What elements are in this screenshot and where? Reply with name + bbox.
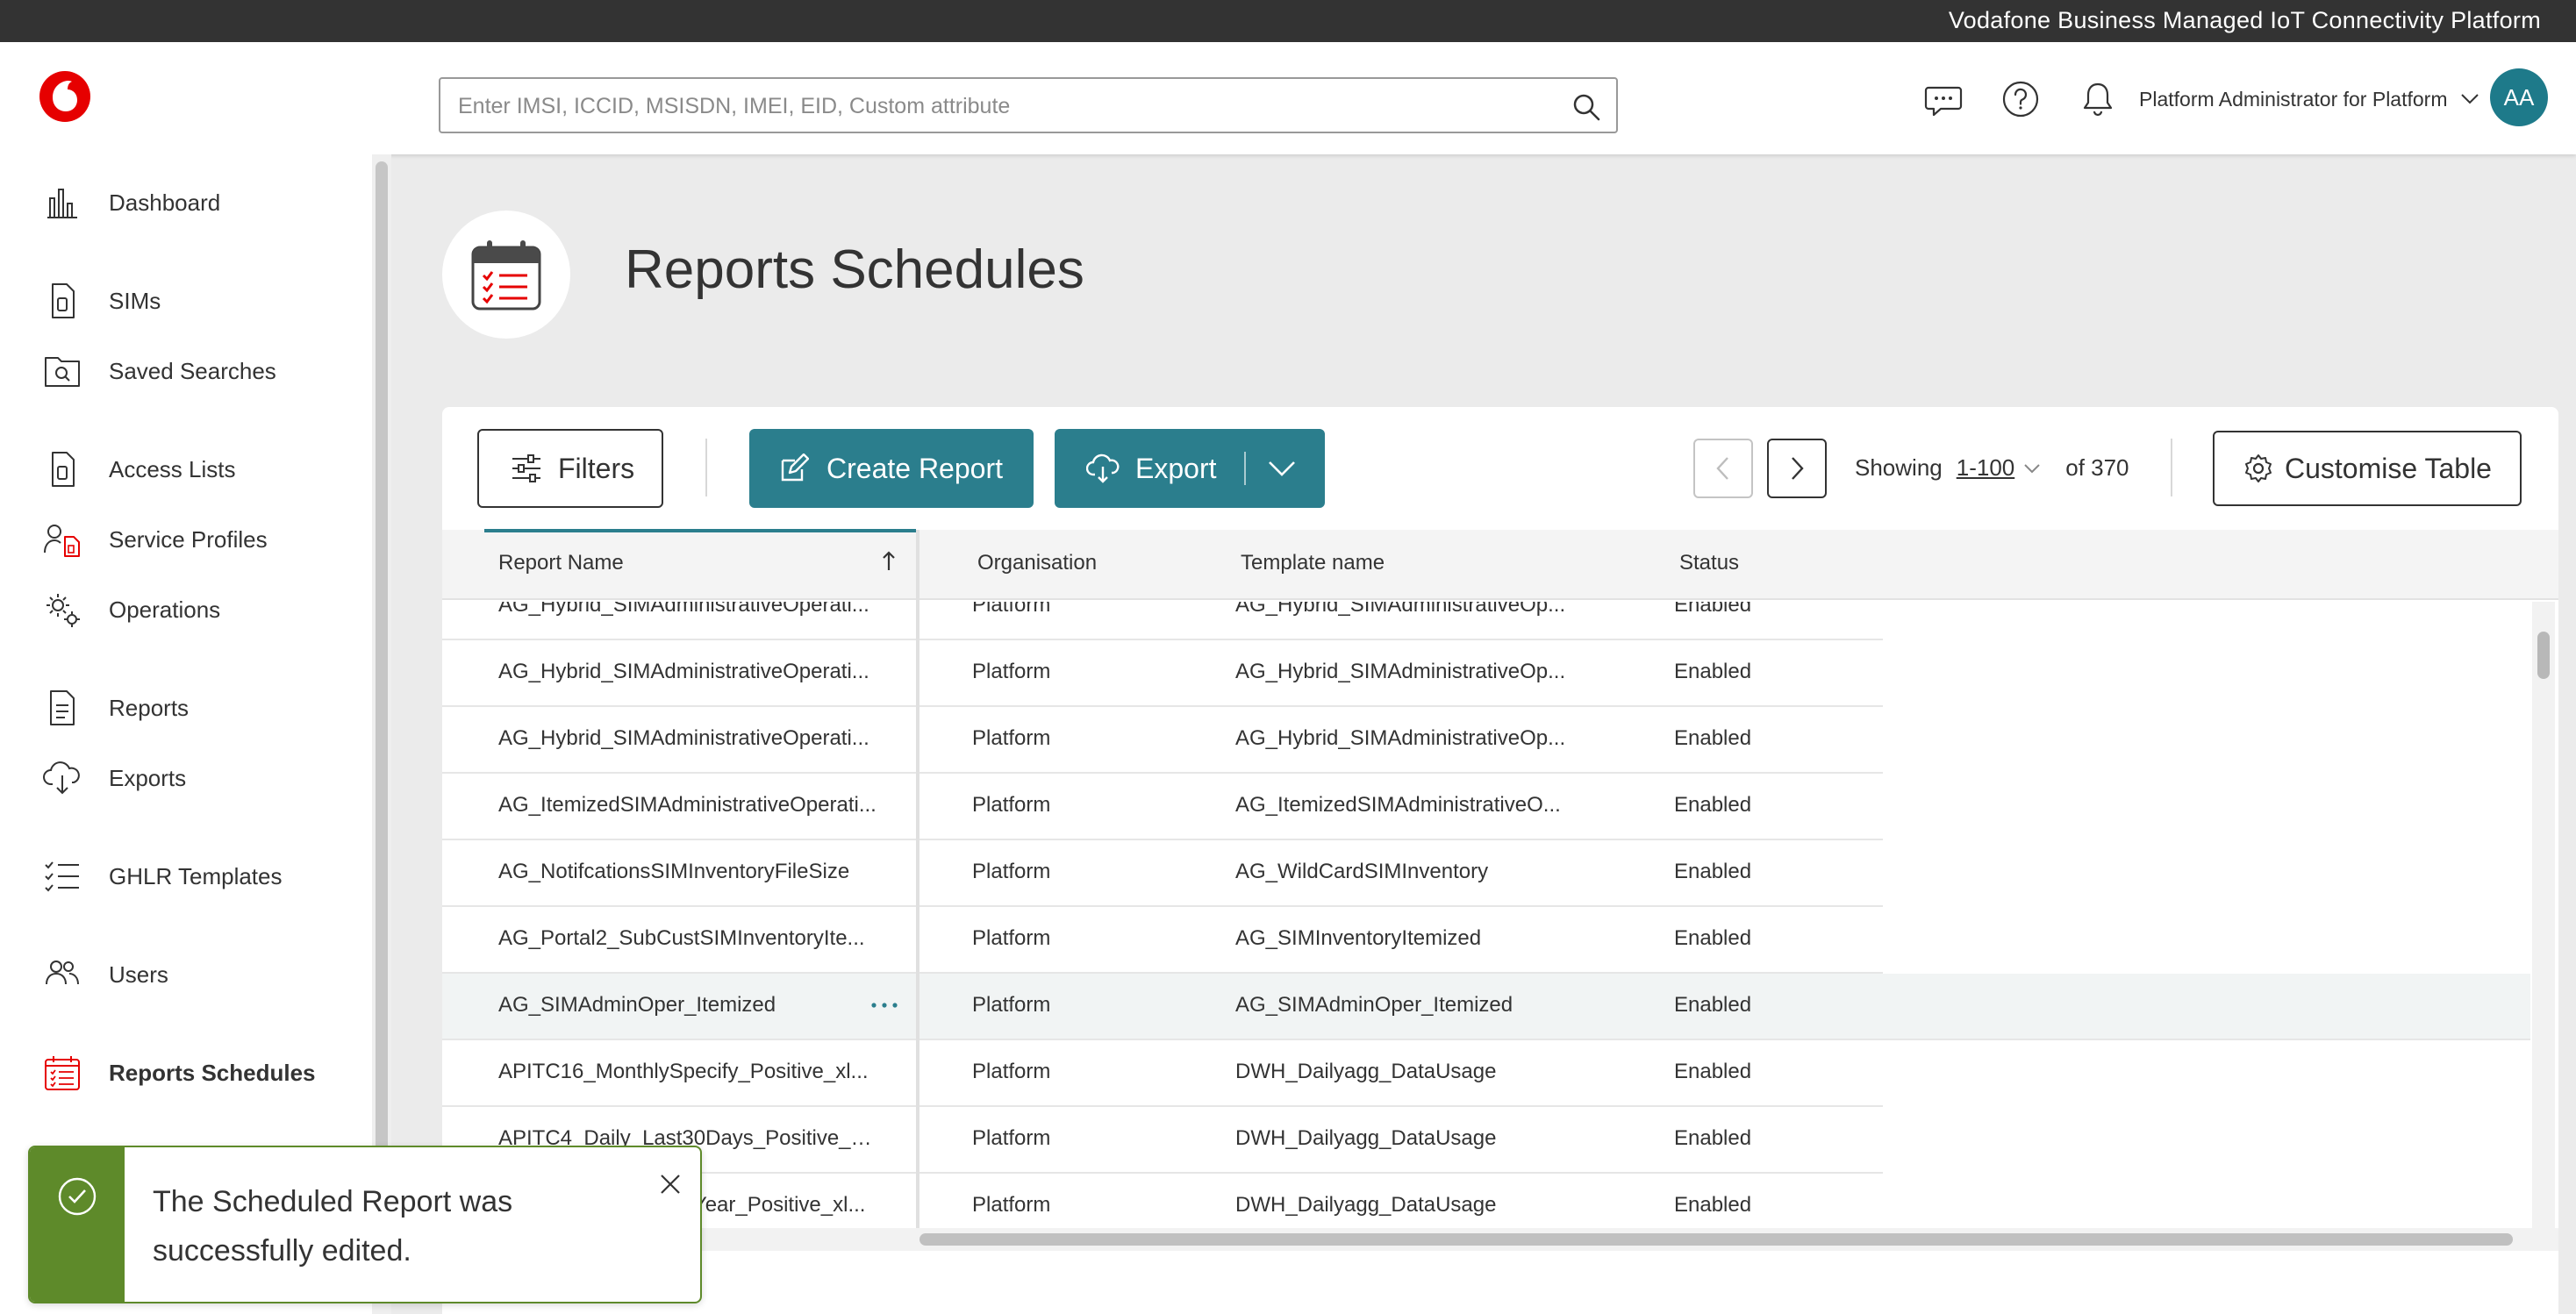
- chevron-down-icon: [2024, 463, 2040, 473]
- check-circle-icon: [58, 1177, 97, 1216]
- customise-table-button[interactable]: Customise Table: [2213, 431, 2522, 506]
- user-menu[interactable]: Platform Administrator for Platform: [2139, 86, 2479, 112]
- sidebar-item-reports-schedules[interactable]: Reports Schedules: [42, 1051, 367, 1095]
- service-profile-icon: [44, 525, 80, 557]
- sidebar-item-dashboard[interactable]: Dashboard: [42, 181, 367, 225]
- top-bar: Vodafone Business Managed IoT Connectivi…: [0, 0, 2576, 42]
- calendar-checklist-icon: [45, 1056, 80, 1090]
- sidebar-scrollbar-thumb[interactable]: [376, 161, 388, 1214]
- toast-message: The Scheduled Report was successfully ed…: [153, 1185, 513, 1268]
- create-report-button[interactable]: Create Report: [749, 429, 1034, 508]
- chevron-down-icon: [2460, 94, 2479, 104]
- success-toast: The Scheduled Report was successfully ed…: [28, 1146, 702, 1303]
- previous-page-button[interactable]: [1693, 439, 1753, 498]
- sorted-column-indicator: [484, 529, 916, 532]
- pagination-info: Showing 1-100 of 370: [1855, 454, 2129, 482]
- total-count: of 370: [2065, 454, 2129, 481]
- filter-sliders-icon: [512, 454, 540, 482]
- table-row[interactable]: AG_Portal2_SubCustSIMInventoryIte... Pla…: [442, 907, 1883, 974]
- showing-label: Showing: [1855, 454, 1943, 481]
- sim-card-icon: [52, 283, 75, 318]
- sidebar-item-sims[interactable]: SIMs: [42, 279, 367, 323]
- table-body: AG_Hybrid_SIMAdministrativeOperati... Pl…: [442, 602, 2530, 1228]
- platform-title: Vodafone Business Managed IoT Connectivi…: [1948, 7, 2541, 33]
- table-row[interactable]: AG_ItemizedSIMAdministrativeOperati... P…: [442, 774, 1883, 840]
- access-list-icon: [52, 452, 75, 487]
- toolbar-divider: [705, 439, 707, 496]
- users-icon: [46, 961, 79, 985]
- sidebar-item-operations[interactable]: Operations: [42, 588, 367, 632]
- table-header: [442, 530, 2558, 600]
- table-vertical-scrollbar[interactable]: [2532, 602, 2555, 1228]
- sidebar-item-ghlr-templates[interactable]: GHLR Templates: [42, 854, 367, 898]
- column-header-status[interactable]: Status: [1679, 551, 1739, 575]
- reports-schedule-icon: [471, 240, 541, 311]
- more-options-icon[interactable]: [865, 995, 904, 1016]
- chevron-down-icon[interactable]: [1267, 459, 1297, 478]
- column-header-report-name[interactable]: Report Name: [498, 551, 624, 575]
- chevron-left-icon: [1716, 457, 1728, 480]
- table-row[interactable]: AG_Hybrid_SIMAdministrativeOperati... Pl…: [442, 602, 1883, 640]
- page-range-select[interactable]: 1-100: [1957, 454, 2042, 482]
- gear-icon: [2245, 454, 2272, 482]
- sidebar-item-exports[interactable]: Exports: [42, 756, 367, 800]
- user-label: Platform Administrator for Platform: [2139, 87, 2448, 111]
- toolbar-divider: [2171, 439, 2172, 496]
- checklist-icon: [45, 861, 79, 892]
- sidebar-item-reports[interactable]: Reports: [42, 686, 367, 730]
- search-icon[interactable]: [1571, 91, 1602, 123]
- close-icon: [661, 1175, 680, 1194]
- avatar[interactable]: AA: [2490, 68, 2548, 126]
- page-title: Reports Schedules: [625, 239, 1084, 300]
- chevron-right-icon: [1792, 457, 1804, 480]
- table-row-hovered[interactable]: AG_SIMAdminOper_Itemized Platform AG_SIM…: [442, 974, 2530, 1040]
- column-header-organisation[interactable]: Organisation: [977, 551, 1097, 575]
- edit-icon: [781, 453, 809, 482]
- filters-button[interactable]: Filters: [477, 429, 663, 508]
- table-row[interactable]: AG_Hybrid_SIMAdministrativeOperati... Pl…: [442, 640, 1883, 707]
- sidebar: [0, 154, 372, 1314]
- search-box: [439, 77, 1618, 133]
- notifications-bell-icon[interactable]: [2078, 79, 2118, 119]
- table-horizontal-scrollbar-thumb[interactable]: [919, 1233, 2513, 1246]
- sort-ascending-icon[interactable]: [879, 549, 898, 574]
- cloud-download-icon: [43, 761, 80, 795]
- sidebar-item-access-lists[interactable]: Access Lists: [42, 447, 367, 491]
- gears-icon: [47, 594, 80, 627]
- search-input[interactable]: [458, 91, 1555, 121]
- frozen-column-divider[interactable]: [916, 530, 919, 1240]
- export-button[interactable]: Export: [1055, 429, 1325, 508]
- toast-status-bar: [30, 1147, 125, 1302]
- vodafone-logo-icon[interactable]: [39, 70, 91, 123]
- next-page-button[interactable]: [1767, 439, 1827, 498]
- sidebar-item-saved-searches[interactable]: Saved Searches: [42, 349, 367, 393]
- table-row[interactable]: AG_Hybrid_SIMAdministrativeOperati... Pl…: [442, 707, 1883, 774]
- table-row[interactable]: AG_NotifcationsSIMInventoryFileSize Plat…: [442, 840, 1883, 907]
- toast-close-button[interactable]: [651, 1165, 690, 1203]
- sidebar-item-service-profiles[interactable]: Service Profiles: [42, 518, 367, 561]
- header: Platform Administrator for Platform: [0, 42, 2576, 154]
- help-icon[interactable]: [2000, 79, 2041, 119]
- document-icon: [50, 690, 75, 725]
- table-vertical-scrollbar-thumb[interactable]: [2537, 632, 2550, 679]
- cloud-download-icon: [1086, 453, 1120, 483]
- sidebar-item-users[interactable]: Users: [42, 953, 367, 996]
- chat-icon[interactable]: [1923, 79, 1964, 119]
- bar-chart-icon: [47, 189, 77, 218]
- column-header-template-name[interactable]: Template name: [1241, 551, 1385, 575]
- table-row[interactable]: APITC16_MonthlySpecify_Positive_xl... Pl…: [442, 1040, 1883, 1107]
- saved-search-icon: [45, 357, 80, 387]
- split-divider: [1244, 452, 1246, 485]
